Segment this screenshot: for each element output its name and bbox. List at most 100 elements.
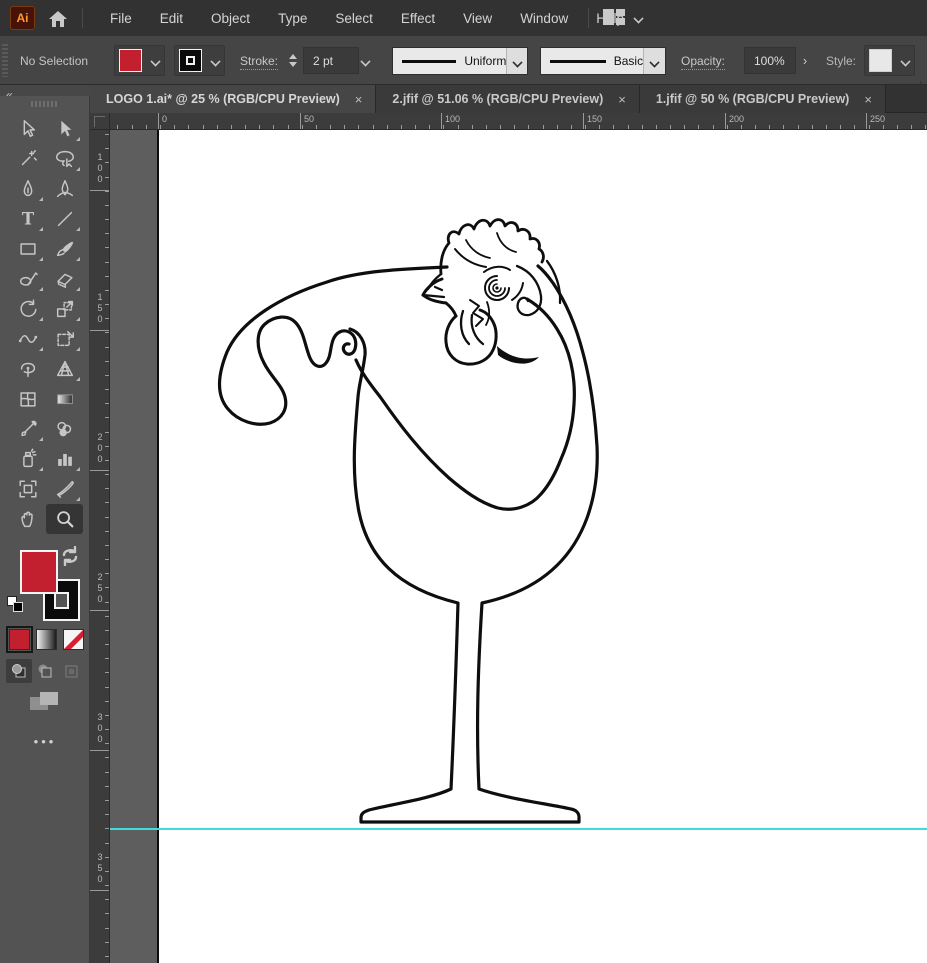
tool-artboard[interactable] xyxy=(9,474,46,504)
tool-scale[interactable] xyxy=(46,294,83,324)
tool-eyedropper[interactable] xyxy=(9,414,46,444)
chevron-down-icon[interactable] xyxy=(361,54,370,68)
close-icon[interactable]: × xyxy=(861,92,875,107)
swap-fill-stroke-icon[interactable] xyxy=(60,545,80,567)
fill-color-swatch[interactable] xyxy=(119,49,142,72)
free-transform-icon xyxy=(56,330,74,347)
document-tab[interactable]: 1.jfif @ 50 % (RGB/CPU Preview) × xyxy=(639,85,886,113)
chevron-down-icon[interactable] xyxy=(643,48,665,74)
menu-object[interactable]: Object xyxy=(197,11,264,26)
menu-bar: Ai File Edit Object Type Select Effect View Win… xyxy=(0,0,927,36)
tool-rotate[interactable] xyxy=(9,294,46,324)
tool-pen[interactable] xyxy=(9,174,46,204)
ruler-tick xyxy=(542,125,544,129)
fill-color-control[interactable] xyxy=(114,45,165,76)
tool-direct-selection[interactable] xyxy=(46,114,83,144)
ruler-tick xyxy=(105,502,109,504)
draw-normal-button[interactable] xyxy=(6,659,32,683)
chevron-down-icon[interactable] xyxy=(206,46,224,75)
default-fill-stroke-icon[interactable] xyxy=(7,596,25,614)
tool-curvature[interactable] xyxy=(46,174,83,204)
rooster-wineglass-line-art[interactable] xyxy=(110,130,927,963)
home-icon[interactable] xyxy=(46,7,70,29)
tool-gradient[interactable] xyxy=(46,384,83,414)
tool-free-transform[interactable] xyxy=(46,324,83,354)
guide-line[interactable] xyxy=(110,828,927,830)
tool-perspective-grid[interactable] xyxy=(46,354,83,384)
menu-edit[interactable]: Edit xyxy=(146,11,197,26)
chevron-down-icon[interactable] xyxy=(506,48,527,74)
canvas-area[interactable] xyxy=(110,130,927,963)
tool-shaper[interactable] xyxy=(9,264,46,294)
chevron-down-icon[interactable] xyxy=(146,46,164,75)
panel-grip-dots[interactable] xyxy=(31,101,59,107)
tool-lasso[interactable] xyxy=(46,144,83,174)
tool-selection[interactable] xyxy=(9,114,46,144)
flyout-indicator xyxy=(39,317,43,321)
menu-type[interactable]: Type xyxy=(264,11,321,26)
tool-rectangle[interactable] xyxy=(9,234,46,264)
close-icon[interactable]: × xyxy=(352,92,366,107)
tool-zoom[interactable] xyxy=(46,504,83,534)
document-tab[interactable]: LOGO 1.ai* @ 25 % (RGB/CPU Preview) × xyxy=(90,85,377,113)
paintbrush-icon xyxy=(56,241,73,257)
ruler-origin-corner[interactable] xyxy=(90,113,110,130)
opacity-flyout-button[interactable]: › xyxy=(797,47,813,74)
tool-magic-wand[interactable] xyxy=(9,144,46,174)
type-icon: T xyxy=(21,210,34,229)
stroke-color-control[interactable] xyxy=(174,45,225,76)
puppet-warp-icon xyxy=(20,362,35,378)
panel-grip[interactable] xyxy=(2,44,8,77)
tool-symbol-sprayer[interactable] xyxy=(9,444,46,474)
tool-type[interactable]: T xyxy=(9,204,46,234)
none-button[interactable] xyxy=(63,629,84,650)
change-screen-mode-icon[interactable] xyxy=(28,689,62,715)
tool-eraser[interactable] xyxy=(46,264,83,294)
tool-width[interactable] xyxy=(9,324,46,354)
tool-hand[interactable] xyxy=(9,504,46,534)
flyout-indicator xyxy=(76,287,80,291)
menu-window[interactable]: Window xyxy=(506,11,582,26)
stroke-weight-input[interactable]: 2 pt xyxy=(303,47,359,74)
brush-definition-dropdown[interactable]: Basic xyxy=(540,47,666,75)
chevron-down-icon[interactable] xyxy=(896,46,914,75)
illustrator-app-icon[interactable]: Ai xyxy=(10,6,35,30)
slice-icon xyxy=(56,480,74,498)
color-button[interactable] xyxy=(6,626,33,653)
ruler-label: 150 xyxy=(587,114,603,124)
draw-behind-button[interactable] xyxy=(32,659,58,683)
tool-blend[interactable] xyxy=(46,414,83,444)
menu-effect[interactable]: Effect xyxy=(387,11,449,26)
tool-mesh[interactable] xyxy=(9,384,46,414)
stroke-color-swatch[interactable] xyxy=(179,49,202,72)
ruler-tick xyxy=(105,417,109,419)
workspace-switcher[interactable] xyxy=(602,7,643,27)
opacity-input[interactable]: 100% xyxy=(744,47,796,74)
menu-file[interactable]: File xyxy=(96,11,146,26)
variable-width-profile-dropdown[interactable]: Uniform xyxy=(392,47,528,75)
close-icon[interactable]: × xyxy=(615,92,629,107)
ruler-tick xyxy=(105,799,109,801)
tool-column-graph[interactable] xyxy=(46,444,83,474)
gradient-button[interactable] xyxy=(36,629,57,650)
vertical-ruler[interactable]: 100 150 200 250 300 350 xyxy=(90,130,110,963)
mesh-icon xyxy=(19,392,36,407)
tool-puppet-warp[interactable] xyxy=(9,354,46,384)
graphic-style-swatch[interactable] xyxy=(869,49,892,72)
menu-view[interactable]: View xyxy=(449,11,506,26)
ruler-label: 100 xyxy=(445,114,461,124)
horizontal-ruler[interactable]: 0 50 100 150 200 250 xyxy=(110,113,927,130)
stroke-weight-label[interactable]: Stroke: xyxy=(240,54,279,70)
tool-paintbrush[interactable] xyxy=(46,234,83,264)
ruler-tick xyxy=(105,346,109,348)
ruler-tick xyxy=(105,289,109,291)
opacity-label[interactable]: Opacity: xyxy=(681,54,726,70)
edit-toolbar-button[interactable]: ••• xyxy=(0,734,90,749)
tool-slice[interactable] xyxy=(46,474,83,504)
tool-line-segment[interactable] xyxy=(46,204,83,234)
stroke-weight-stepper[interactable] xyxy=(286,47,299,74)
menu-select[interactable]: Select xyxy=(321,11,387,26)
graphic-style-control[interactable] xyxy=(864,45,915,76)
document-tab[interactable]: 2.jfif @ 51.06 % (RGB/CPU Preview) × xyxy=(376,85,640,113)
fill-color-proxy[interactable] xyxy=(20,550,58,594)
